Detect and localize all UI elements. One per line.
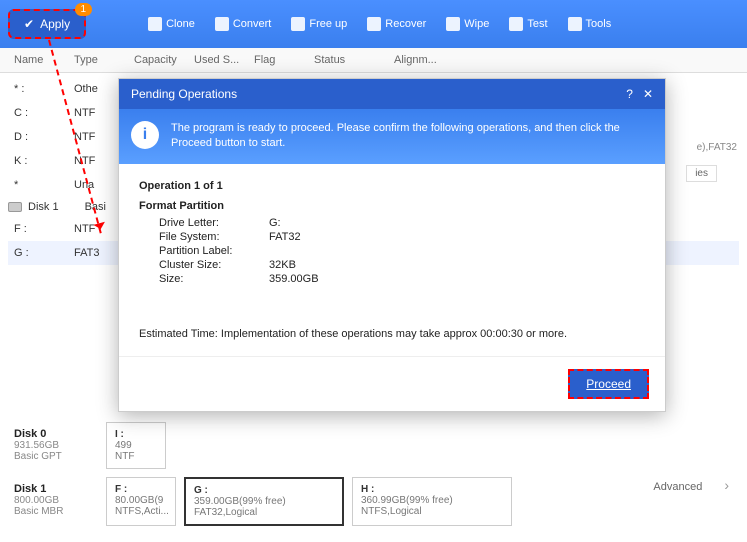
tool-recover[interactable]: Recover [361, 13, 432, 35]
check-icon: ✔ [24, 17, 34, 31]
proceed-button[interactable]: Proceed [568, 369, 649, 399]
advanced-toggle[interactable]: Advanced [649, 477, 706, 526]
tool-clone[interactable]: Clone [142, 13, 201, 35]
tool-convert[interactable]: Convert [209, 13, 278, 35]
dialog-body: Operation 1 of 1 Format Partition Drive … [119, 164, 665, 356]
side-button[interactable]: ies [686, 165, 717, 182]
disk1-inline-label: Disk 1 [28, 201, 59, 213]
disk1-label[interactable]: Disk 1 800.00GB Basic MBR [8, 477, 98, 526]
side-fs-text: e),FAT32 [697, 142, 737, 153]
col-type[interactable]: Type [68, 52, 128, 68]
tool-wipe[interactable]: Wipe [440, 13, 495, 35]
col-align[interactable]: Alignm... [388, 52, 448, 68]
apply-button[interactable]: ✔ Apply 1 [8, 9, 86, 39]
col-status[interactable]: Status [308, 52, 388, 68]
dialog-footer: Proceed [119, 356, 665, 411]
dialog-message-bar: i The program is ready to proceed. Pleas… [119, 109, 665, 164]
tools-icon [568, 17, 582, 31]
partition-block-selected[interactable]: G : 359.00GB(99% free) FAT32,Logical [184, 477, 344, 526]
pending-operations-dialog: Pending Operations ? ✕ i The program is … [118, 78, 666, 412]
operation-count: Operation 1 of 1 [139, 180, 645, 192]
col-name[interactable]: Name [8, 52, 68, 68]
col-flag[interactable]: Flag [248, 52, 308, 68]
test-icon [509, 17, 523, 31]
col-used[interactable]: Used S... [188, 52, 248, 68]
partition-block[interactable]: H : 360.99GB(99% free) NTFS,Logical [352, 477, 512, 526]
close-icon[interactable]: ✕ [643, 87, 653, 101]
main-toolbar: ✔ Apply 1 Clone Convert Free up Recover … [0, 0, 747, 48]
col-capacity[interactable]: Capacity [128, 52, 188, 68]
tool-tools[interactable]: Tools [562, 13, 618, 35]
apply-label: Apply [40, 17, 70, 31]
dialog-message: The program is ready to proceed. Please … [171, 121, 653, 152]
disk-row-0: Disk 0 931.56GB Basic GPT I : 499 NTF [8, 422, 739, 469]
disk0-label[interactable]: Disk 0 931.56GB Basic GPT [8, 422, 98, 469]
tool-test[interactable]: Test [503, 13, 553, 35]
info-icon: i [131, 121, 159, 149]
estimated-time: Estimated Time: Implementation of these … [139, 316, 645, 340]
operation-details: Drive Letter:G: File System:FAT32 Partit… [159, 216, 645, 286]
operation-name: Format Partition [139, 200, 645, 212]
tool-freeup[interactable]: Free up [285, 13, 353, 35]
disk-map: Disk 0 931.56GB Basic GPT I : 499 NTF Di… [8, 422, 739, 534]
partition-table-header: Name Type Capacity Used S... Flag Status… [0, 48, 747, 73]
clone-icon [148, 17, 162, 31]
wipe-icon [446, 17, 460, 31]
freeup-icon [291, 17, 305, 31]
chevron-right-icon[interactable]: › [714, 477, 739, 526]
disk-icon [8, 202, 22, 212]
help-icon[interactable]: ? [626, 87, 633, 101]
dialog-titlebar: Pending Operations ? ✕ [119, 79, 665, 109]
convert-icon [215, 17, 229, 31]
dialog-title: Pending Operations [131, 87, 237, 101]
partition-block[interactable]: I : 499 NTF [106, 422, 166, 469]
apply-badge: 1 [75, 3, 93, 16]
disk-row-1: Disk 1 800.00GB Basic MBR F : 80.00GB(9 … [8, 477, 739, 526]
recover-icon [367, 17, 381, 31]
partition-block[interactable]: F : 80.00GB(9 NTFS,Acti... [106, 477, 176, 526]
